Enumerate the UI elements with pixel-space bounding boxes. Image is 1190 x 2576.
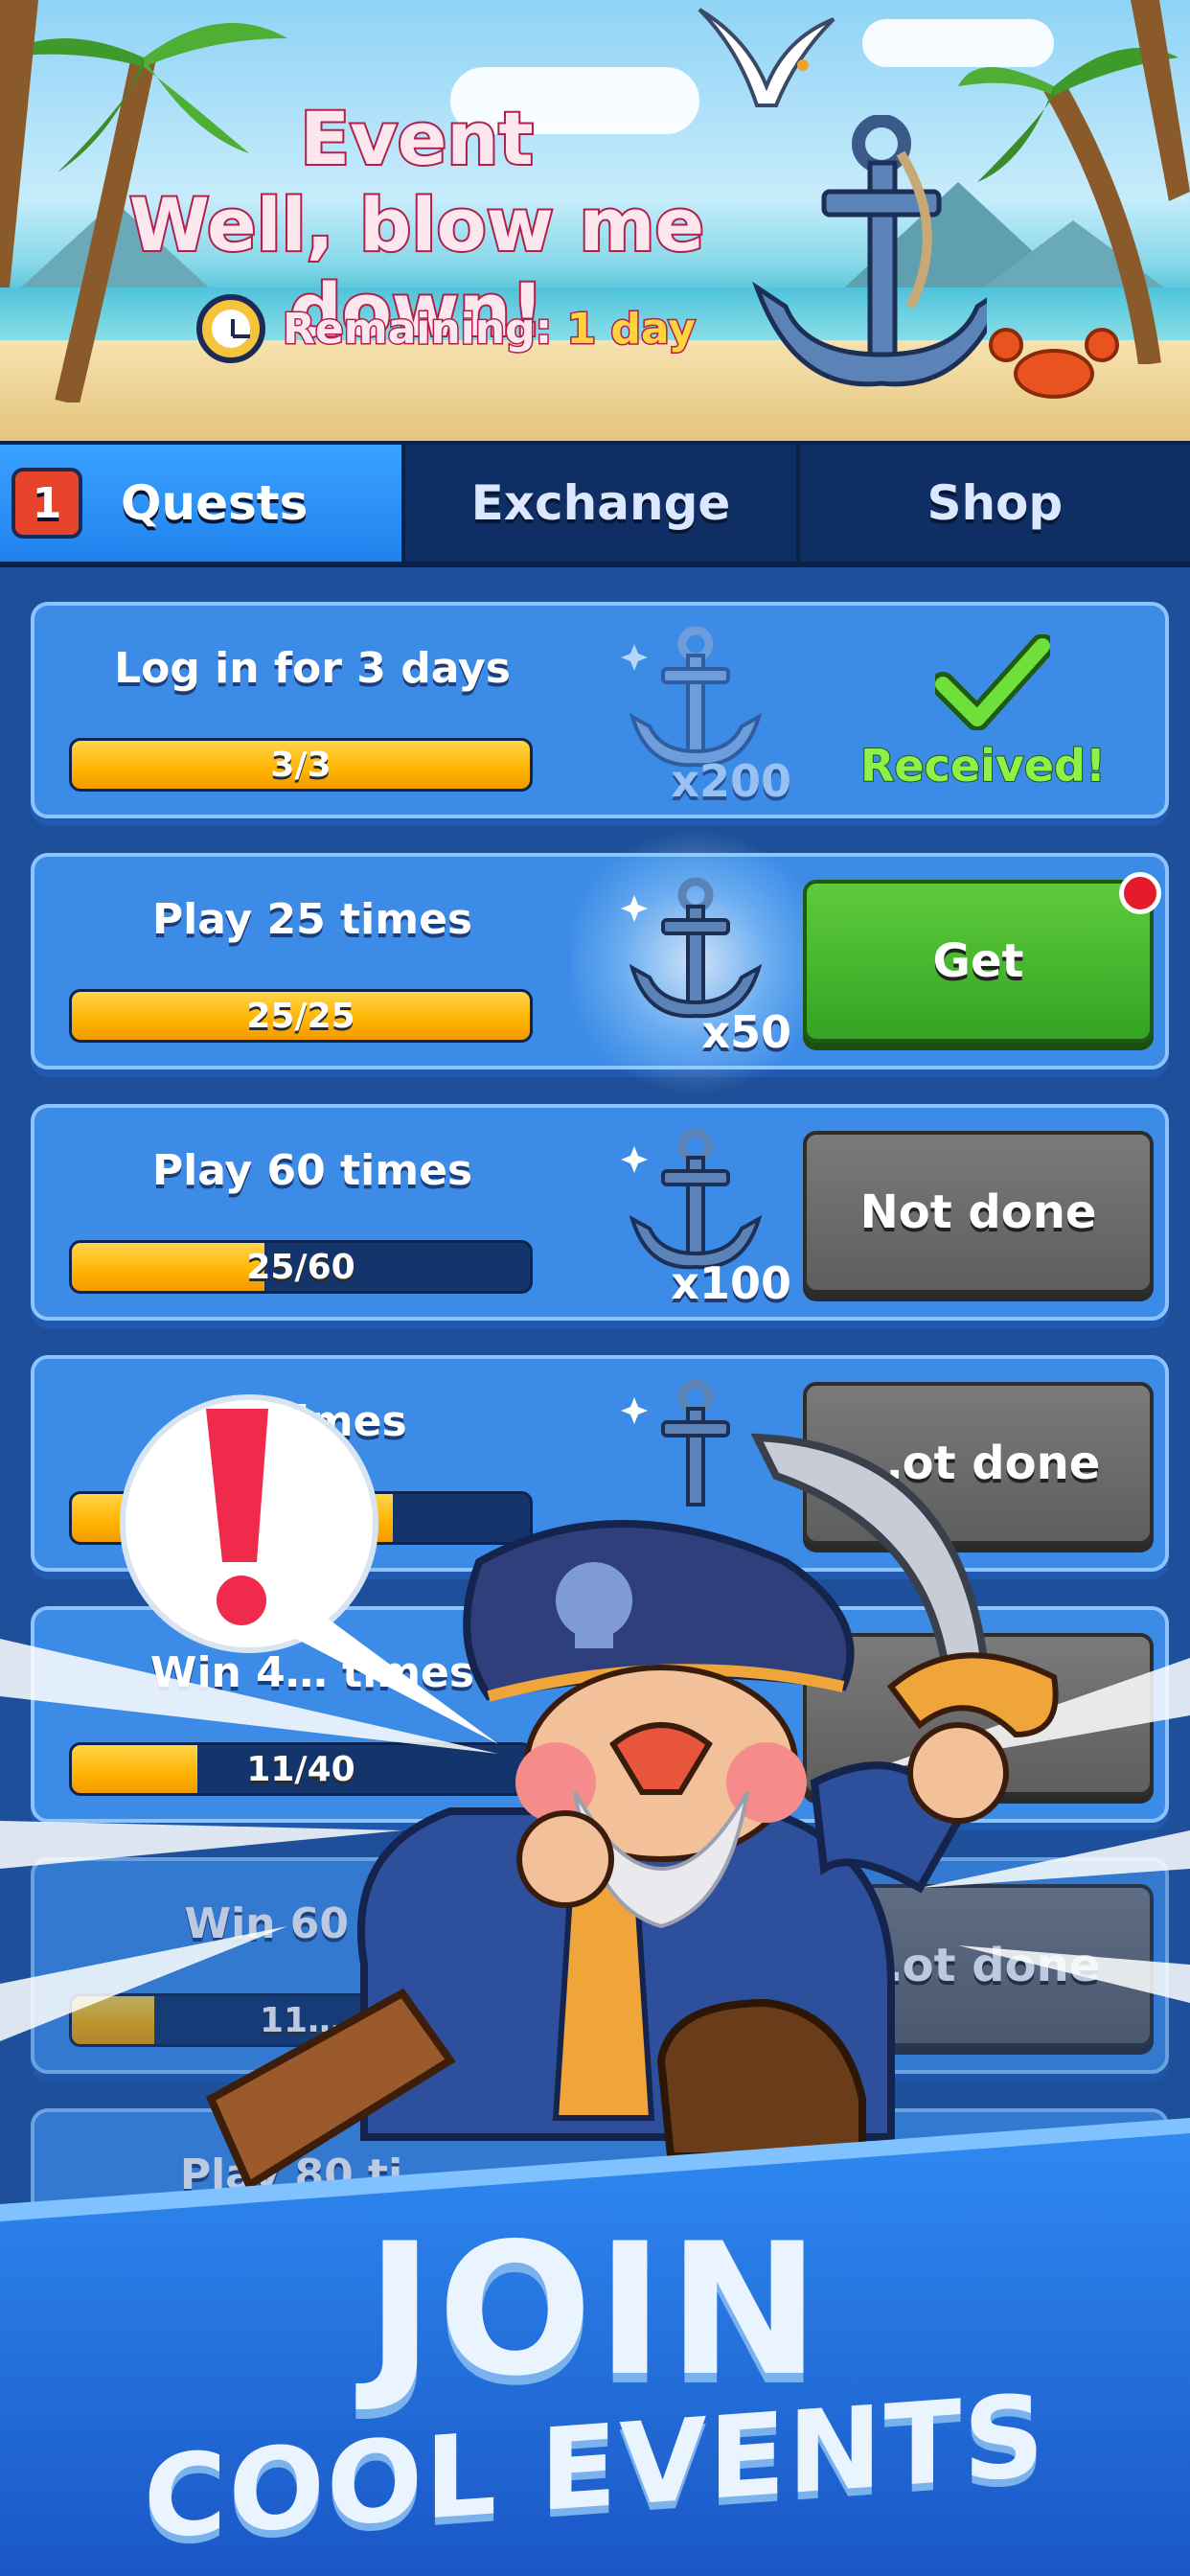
checkmark-icon bbox=[935, 634, 1050, 730]
reward-amount: x50 bbox=[701, 1006, 791, 1058]
anchor-icon bbox=[621, 1379, 730, 1506]
progress-count bbox=[72, 1494, 530, 1542]
tab-label: Exchange bbox=[470, 475, 731, 531]
progress-count: 11… bbox=[259, 2000, 343, 2040]
quest-reward: x50 bbox=[600, 866, 791, 1058]
quest-title: Win 4… times bbox=[149, 1648, 475, 1697]
quest-reward: x200 bbox=[600, 615, 791, 807]
quests-badge: 1 bbox=[11, 468, 82, 539]
progress-count: 25/60 bbox=[246, 1247, 355, 1287]
notification-dot bbox=[1119, 872, 1161, 914]
reward-amount: x200 bbox=[671, 755, 791, 807]
progress-count: 11/40 bbox=[246, 1749, 355, 1789]
quest-title: … times bbox=[217, 1397, 407, 1446]
quest-card: … times …ot done bbox=[31, 1355, 1169, 1572]
quest-progress-bar: 11… bbox=[69, 1993, 533, 2047]
quest-card: Win 60 ti… 11… …ot done bbox=[31, 1857, 1169, 2074]
not-done-label: Not done bbox=[859, 1185, 1097, 1239]
quest-title: Play 60 times bbox=[151, 1146, 473, 1195]
quest-title: Log in for 3 days bbox=[114, 644, 511, 693]
tab-quests[interactable]: 1 Quests bbox=[0, 445, 406, 562]
quest-progress-bar: 3/3 bbox=[69, 738, 533, 792]
remaining-time: Remaining: 1 day bbox=[196, 292, 697, 365]
quest-progress-bar: 25/25 bbox=[69, 989, 533, 1043]
quest-card: Log in for 3 days 3/3 x200 Received! bbox=[31, 602, 1169, 818]
quest-progress-bar: 11/40 bbox=[69, 1742, 533, 1796]
clock-icon bbox=[196, 294, 265, 363]
progress-count: 25/25 bbox=[246, 996, 355, 1036]
event-label: Event bbox=[298, 94, 535, 183]
quest-progress-bar bbox=[69, 1491, 533, 1545]
quest-reward bbox=[600, 1368, 791, 1560]
not-done-button[interactable] bbox=[803, 1633, 1154, 1796]
not-done-label: …ot done bbox=[856, 1939, 1101, 1992]
quest-card: Play 25 times 25/25 x50 Get bbox=[31, 818, 1169, 1106]
tab-shop[interactable]: Shop bbox=[800, 445, 1190, 562]
progress-count: 3/3 bbox=[270, 745, 332, 785]
event-banner: Event Well, blow me down! Remaining: 1 d… bbox=[0, 0, 1190, 441]
not-done-button[interactable]: Not done bbox=[803, 1131, 1154, 1294]
not-done-label: …ot done bbox=[856, 1437, 1101, 1490]
not-done-button[interactable]: …ot done bbox=[803, 1884, 1154, 2047]
quest-title: Play 25 times bbox=[151, 895, 473, 944]
quest-progress-bar: 25/60 bbox=[69, 1240, 533, 1294]
not-done-button[interactable]: …ot done bbox=[803, 1382, 1154, 1545]
tab-exchange[interactable]: Exchange bbox=[405, 445, 800, 562]
tab-label: Quests bbox=[121, 475, 309, 531]
tab-label: Shop bbox=[927, 475, 1064, 531]
remaining-value: 1 day bbox=[565, 303, 697, 355]
crab bbox=[989, 328, 1119, 399]
get-label: Get bbox=[932, 934, 1024, 988]
quest-card: Win 4… times 11/40 bbox=[31, 1606, 1169, 1823]
quest-title: Win 60 ti… bbox=[184, 1899, 441, 1948]
quest-card: Play 60 times 25/60 x100 Not done bbox=[31, 1104, 1169, 1321]
quest-reward: x100 bbox=[600, 1117, 791, 1309]
get-button[interactable]: Get bbox=[803, 872, 1161, 1043]
tab-bar: 1 Quests Exchange Shop bbox=[0, 441, 1190, 567]
remaining-label: Remaining: bbox=[281, 303, 553, 355]
reward-amount: x100 bbox=[671, 1257, 791, 1309]
received-label: Received! bbox=[859, 739, 1107, 793]
received-status: Received! bbox=[839, 625, 1127, 807]
